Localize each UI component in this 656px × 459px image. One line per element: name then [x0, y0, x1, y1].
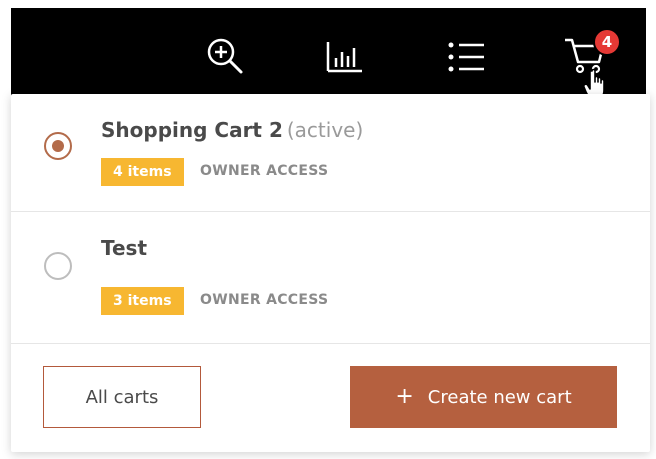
- cart-radio-selected[interactable]: [44, 132, 72, 160]
- cart-name: Test: [101, 236, 148, 260]
- list-icon[interactable]: [448, 42, 486, 76]
- access-label: OWNER ACCESS: [200, 292, 329, 308]
- stage: 4 Shopping Cart 2 (active) 4 items OWNER …: [0, 0, 656, 459]
- cart-name: Shopping Cart 2: [101, 118, 283, 142]
- cart-count-badge: 4: [593, 28, 621, 56]
- cart-radio-unselected[interactable]: [44, 252, 72, 280]
- dropdown-footer: All carts + Create new cart: [11, 344, 650, 452]
- zoom-in-icon[interactable]: [205, 36, 245, 80]
- bar-chart-icon[interactable]: [326, 40, 364, 78]
- items-count-tag: 4 items: [101, 158, 184, 186]
- cart-list-item[interactable]: Shopping Cart 2 (active) 4 items OWNER AC…: [11, 94, 650, 212]
- all-carts-button[interactable]: All carts: [43, 366, 201, 428]
- access-label: OWNER ACCESS: [200, 163, 329, 179]
- cart-dropdown-panel: Shopping Cart 2 (active) 4 items OWNER AC…: [11, 94, 650, 452]
- cart-list-item[interactable]: Test 3 items OWNER ACCESS: [11, 212, 650, 344]
- cart-title: Test: [101, 236, 147, 260]
- all-carts-label: All carts: [85, 386, 159, 408]
- create-new-cart-label: Create new cart: [427, 386, 572, 408]
- items-count-tag: 3 items: [101, 287, 184, 315]
- create-new-cart-button[interactable]: + Create new cart: [350, 366, 617, 428]
- cart-status: (active): [286, 118, 364, 142]
- cart-title: Shopping Cart 2 (active): [101, 118, 363, 142]
- plus-icon: +: [395, 384, 414, 409]
